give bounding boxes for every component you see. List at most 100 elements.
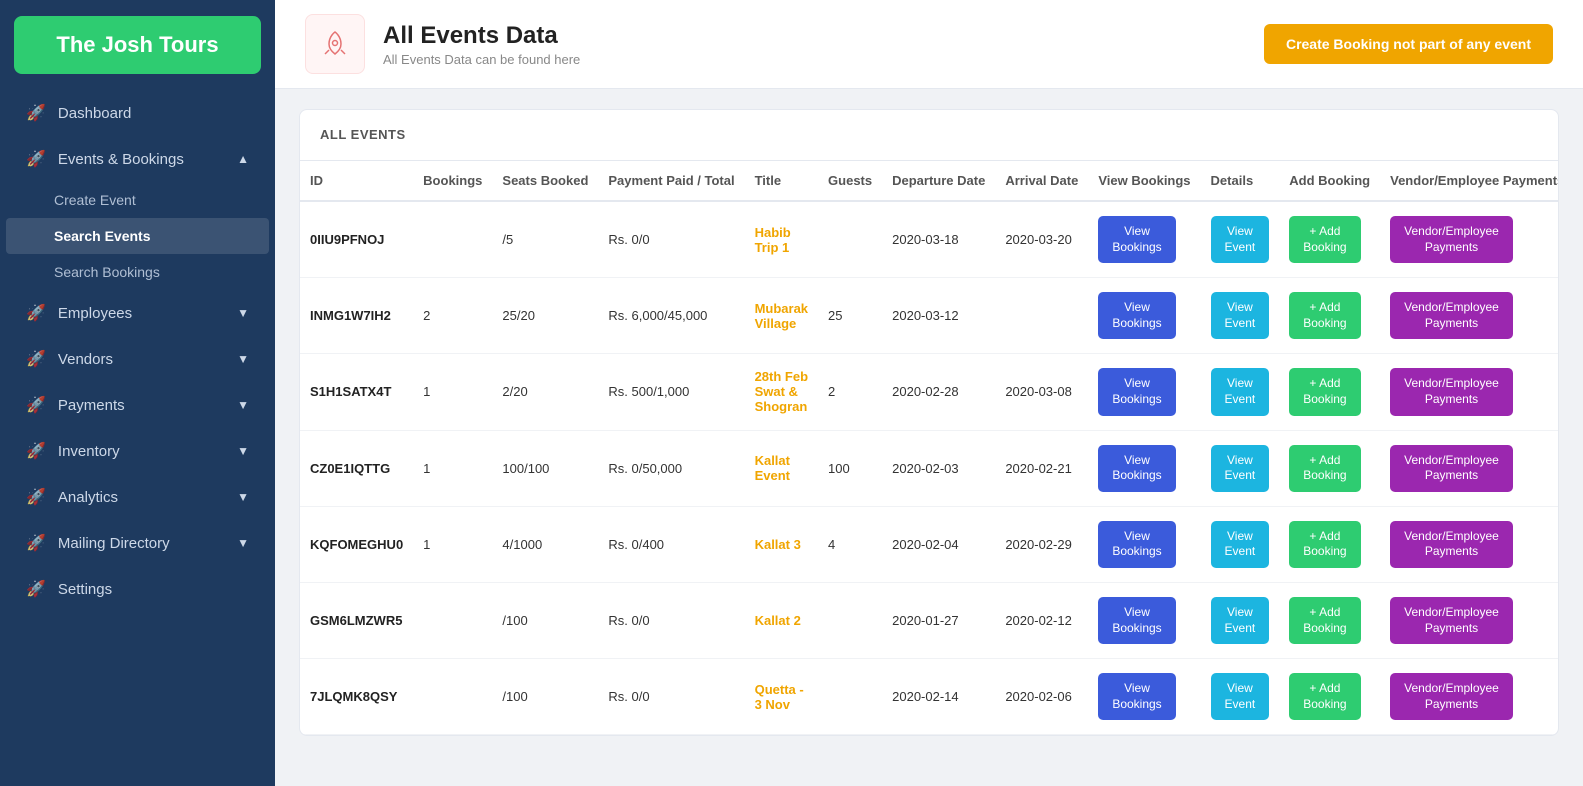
view-bookings-button[interactable]: ViewBookings (1098, 368, 1175, 415)
cell-vendor-payments: Vendor/EmployeePayments (1380, 201, 1559, 278)
add-booking-button[interactable]: + AddBooking (1289, 521, 1360, 568)
create-booking-button[interactable]: Create Booking not part of any event (1264, 24, 1553, 64)
col-details: Details (1201, 161, 1280, 201)
cell-bookings (413, 201, 492, 278)
view-bookings-button[interactable]: ViewBookings (1098, 216, 1175, 263)
chevron-down-icon: ▼ (237, 490, 249, 504)
sidebar-item-dashboard[interactable]: 🚀 Dashboard (6, 90, 269, 136)
vendor-payment-button[interactable]: Vendor/EmployeePayments (1390, 673, 1513, 720)
cell-title[interactable]: Kallat 3 (745, 506, 818, 582)
add-booking-button[interactable]: + AddBooking (1289, 216, 1360, 263)
events-table: ID Bookings Seats Booked Payment Paid / … (300, 161, 1559, 735)
cell-payment: Rs. 0/0 (598, 659, 744, 735)
cell-add-booking: + AddBooking (1279, 201, 1380, 278)
cell-bookings: 1 (413, 354, 492, 430)
vendor-payment-button[interactable]: Vendor/EmployeePayments (1390, 216, 1513, 263)
view-bookings-button[interactable]: ViewBookings (1098, 597, 1175, 644)
main-content: All Events Data All Events Data can be f… (275, 0, 1583, 786)
cell-arrival: 2020-02-12 (995, 582, 1088, 658)
table-header-row: ID Bookings Seats Booked Payment Paid / … (300, 161, 1559, 201)
cell-id: INMG1W7IH2 (300, 278, 413, 354)
cell-add-booking: + AddBooking (1279, 506, 1380, 582)
table-row: CZ0E1IQTTG 1 100/100 Rs. 0/50,000 Kallat… (300, 430, 1559, 506)
sidebar-item-search-bookings[interactable]: Search Bookings (6, 254, 269, 290)
view-bookings-button[interactable]: ViewBookings (1098, 673, 1175, 720)
add-booking-button[interactable]: + AddBooking (1289, 445, 1360, 492)
cell-add-booking: + AddBooking (1279, 278, 1380, 354)
table-section-title: ALL EVENTS (320, 127, 406, 142)
page-icon (305, 14, 365, 74)
vendor-payment-button[interactable]: Vendor/EmployeePayments (1390, 521, 1513, 568)
cell-view-bookings: ViewBookings (1088, 201, 1200, 278)
cell-title[interactable]: Kallat Event (745, 430, 818, 506)
page-header: All Events Data All Events Data can be f… (275, 0, 1583, 89)
sidebar-item-create-event[interactable]: Create Event (6, 182, 269, 218)
vendor-payment-button[interactable]: Vendor/EmployeePayments (1390, 597, 1513, 644)
cell-seats-booked: 25/20 (492, 278, 598, 354)
cell-title[interactable]: Habib Trip 1 (745, 201, 818, 278)
cell-vendor-payments: Vendor/EmployeePayments (1380, 659, 1559, 735)
cell-view-bookings: ViewBookings (1088, 430, 1200, 506)
cell-arrival: 2020-02-29 (995, 506, 1088, 582)
cell-title[interactable]: Mubarak Village (745, 278, 818, 354)
cell-seats-booked: 2/20 (492, 354, 598, 430)
cell-vendor-payments: Vendor/EmployeePayments (1380, 354, 1559, 430)
vendor-payment-button[interactable]: Vendor/EmployeePayments (1390, 292, 1513, 339)
sidebar-item-employees[interactable]: 🚀 Employees ▼ (6, 290, 269, 336)
cell-vendor-payments: Vendor/EmployeePayments (1380, 506, 1559, 582)
cell-title[interactable]: Quetta - 3 Nov (745, 659, 818, 735)
view-bookings-button[interactable]: ViewBookings (1098, 292, 1175, 339)
view-event-button[interactable]: ViewEvent (1211, 445, 1270, 492)
view-event-button[interactable]: ViewEvent (1211, 292, 1270, 339)
view-event-button[interactable]: ViewEvent (1211, 368, 1270, 415)
chevron-down-icon: ▼ (237, 306, 249, 320)
view-bookings-button[interactable]: ViewBookings (1098, 445, 1175, 492)
sidebar-item-settings[interactable]: 🚀 Settings (6, 566, 269, 612)
settings-icon: 🚀 (26, 579, 46, 599)
cell-bookings (413, 582, 492, 658)
sidebar-item-payments[interactable]: 🚀 Payments ▼ (6, 382, 269, 428)
sidebar-item-analytics[interactable]: 🚀 Analytics ▼ (6, 474, 269, 520)
sidebar-item-vendors[interactable]: 🚀 Vendors ▼ (6, 336, 269, 382)
view-event-button[interactable]: ViewEvent (1211, 521, 1270, 568)
view-bookings-button[interactable]: ViewBookings (1098, 521, 1175, 568)
cell-seats-booked: 4/1000 (492, 506, 598, 582)
add-booking-button[interactable]: + AddBooking (1289, 292, 1360, 339)
cell-departure: 2020-02-04 (882, 506, 995, 582)
add-booking-button[interactable]: + AddBooking (1289, 673, 1360, 720)
cell-payment: Rs. 500/1,000 (598, 354, 744, 430)
employees-icon: 🚀 (26, 303, 46, 323)
sidebar-item-label: Settings (58, 581, 112, 598)
vendor-payment-button[interactable]: Vendor/EmployeePayments (1390, 368, 1513, 415)
view-event-button[interactable]: ViewEvent (1211, 673, 1270, 720)
table-row: 0IIU9PFNOJ /5 Rs. 0/0 Habib Trip 1 2020-… (300, 201, 1559, 278)
cell-add-booking: + AddBooking (1279, 430, 1380, 506)
page-title: All Events Data (383, 22, 580, 50)
col-seats-booked: Seats Booked (492, 161, 598, 201)
cell-guests: 25 (818, 278, 882, 354)
add-booking-button[interactable]: + AddBooking (1289, 368, 1360, 415)
cell-title[interactable]: Kallat 2 (745, 582, 818, 658)
chevron-down-icon: ▼ (237, 398, 249, 412)
cell-view-bookings: ViewBookings (1088, 278, 1200, 354)
events-table-section: ALL EVENTS ID Bookings Seats Booked Paym… (299, 109, 1559, 736)
sidebar-item-mailing-directory[interactable]: 🚀 Mailing Directory ▼ (6, 520, 269, 566)
cell-id: 7JLQMK8QSY (300, 659, 413, 735)
cell-view-bookings: ViewBookings (1088, 659, 1200, 735)
cell-guests (818, 201, 882, 278)
cell-payment: Rs. 0/50,000 (598, 430, 744, 506)
inventory-icon: 🚀 (26, 441, 46, 461)
vendor-payment-button[interactable]: Vendor/EmployeePayments (1390, 445, 1513, 492)
view-event-button[interactable]: ViewEvent (1211, 216, 1270, 263)
cell-view-event: ViewEvent (1201, 506, 1280, 582)
cell-vendor-payments: Vendor/EmployeePayments (1380, 582, 1559, 658)
sidebar-item-events-bookings[interactable]: 🚀 Events & Bookings ▲ (6, 136, 269, 182)
view-event-button[interactable]: ViewEvent (1211, 597, 1270, 644)
app-logo[interactable]: The Josh Tours (14, 16, 261, 74)
cell-id: KQFOMEGHU0 (300, 506, 413, 582)
sidebar-item-inventory[interactable]: 🚀 Inventory ▼ (6, 428, 269, 474)
rocket-icon (319, 28, 351, 60)
cell-title[interactable]: 28th Feb Swat & Shogran (745, 354, 818, 430)
add-booking-button[interactable]: + AddBooking (1289, 597, 1360, 644)
sidebar-item-search-events[interactable]: Search Events (6, 218, 269, 254)
